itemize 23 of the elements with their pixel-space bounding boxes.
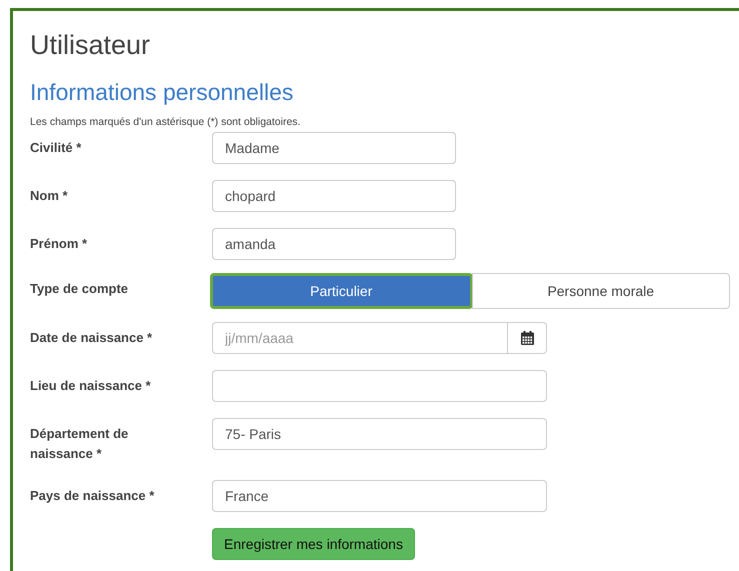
field-label: Pays de naissance *	[30, 487, 156, 505]
calendar-icon	[520, 331, 534, 345]
calendar-button[interactable]	[508, 322, 547, 354]
section-heading: Informations personnelles	[30, 78, 294, 107]
text-field[interactable]: amanda	[212, 228, 456, 260]
field-label: Type de compte	[30, 280, 130, 298]
field-label: Civilité *	[30, 139, 82, 157]
account-type-option[interactable]: Particulier	[210, 273, 472, 309]
save-button[interactable]: Enregistrer mes informations	[212, 528, 415, 560]
text-field[interactable]: chopard	[212, 180, 456, 212]
text-field[interactable]: France	[212, 480, 547, 512]
field-label: Prénom *	[30, 235, 88, 253]
required-note: Les champs marqués d'un astérisque (*) sont obligatoires.	[30, 116, 302, 129]
text-field[interactable]: 75- Paris	[212, 418, 547, 450]
date-field[interactable]: jj/mm/aaaa	[212, 322, 508, 354]
field-label: Nom *	[30, 187, 69, 205]
field-label: Lieu de naissance *	[30, 377, 152, 395]
account-type-option[interactable]: Personne morale	[472, 273, 730, 309]
field-label: Date de naissance *	[30, 329, 154, 347]
page-title: Utilisateur	[30, 29, 152, 61]
field-label: Département de naissance *	[30, 425, 130, 463]
text-field[interactable]	[212, 370, 547, 402]
text-field[interactable]: Madame	[212, 132, 456, 164]
